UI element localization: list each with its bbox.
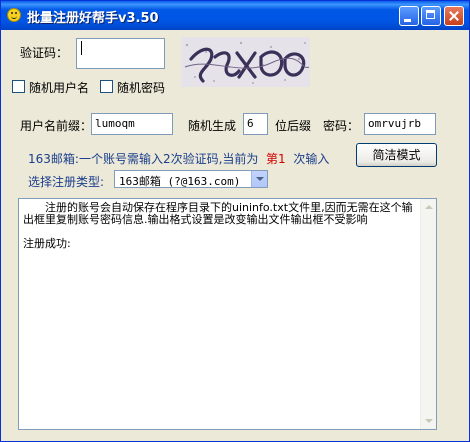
app-window: 批量注册好帮手v3.50 验证码： 随机用户名 随机密码 用户名前缀： lumo… bbox=[0, 0, 470, 442]
password-label: 密码： bbox=[323, 119, 360, 133]
random-gen-label: 随机生成 bbox=[188, 119, 237, 133]
maximize-button[interactable] bbox=[421, 6, 441, 26]
password-input[interactable]: omrvujrb bbox=[364, 113, 436, 135]
prefix-input[interactable]: lumoqm bbox=[91, 113, 173, 135]
captcha-image bbox=[181, 37, 310, 87]
captcha-input[interactable] bbox=[76, 38, 165, 69]
chevron-down-icon[interactable] bbox=[251, 171, 267, 187]
simple-mode-button[interactable]: 简洁模式 bbox=[356, 143, 437, 167]
random-password-checkbox[interactable] bbox=[100, 80, 113, 93]
info-text: 163邮箱:一个账号需输入2次验证码,当前为 第1 次输入 bbox=[28, 152, 330, 166]
suffix-label: 位后缀 bbox=[275, 119, 312, 133]
prefix-label: 用户名前缀： bbox=[20, 119, 93, 133]
title-bar[interactable]: 批量注册好帮手v3.50 bbox=[1, 1, 469, 30]
type-select-label: 选择注册类型: bbox=[28, 175, 105, 189]
minimize-button[interactable] bbox=[399, 6, 419, 26]
random-username-label: 随机用户名 bbox=[29, 81, 90, 95]
log-output[interactable]: 注册的账号会自动保存在程序目录下的uininfo.txt文件里,因而无需在这个输… bbox=[18, 198, 437, 430]
suffix-digits-input[interactable]: 6 bbox=[243, 113, 268, 135]
text-caret bbox=[81, 41, 82, 55]
smiley-icon bbox=[7, 8, 21, 22]
scroll-down-icon[interactable] bbox=[421, 413, 436, 429]
register-type-select[interactable]: 163邮箱 (?@163.com) bbox=[114, 170, 268, 188]
window-title: 批量注册好帮手v3.50 bbox=[27, 11, 159, 26]
random-password-label: 随机密码 bbox=[117, 81, 166, 95]
vertical-scrollbar[interactable] bbox=[420, 199, 436, 429]
close-button[interactable] bbox=[444, 6, 464, 26]
current-attempt: 第1 bbox=[266, 152, 286, 166]
captcha-label: 验证码： bbox=[20, 46, 69, 60]
register-type-value: 163邮箱 (?@163.com) bbox=[119, 175, 241, 188]
scroll-up-icon[interactable] bbox=[421, 199, 436, 215]
log-text: 注册的账号会自动保存在程序目录下的uininfo.txt文件里,因而无需在这个输… bbox=[23, 201, 413, 250]
random-username-checkbox[interactable] bbox=[12, 80, 25, 93]
